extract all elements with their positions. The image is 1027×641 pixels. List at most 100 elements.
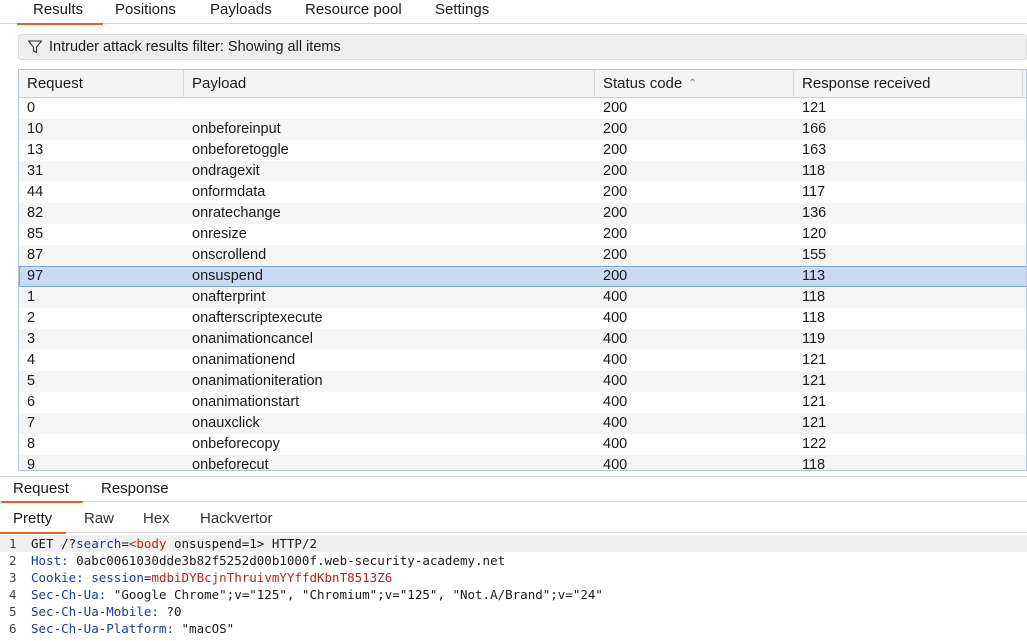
table-row[interactable]: 4 onanimationend 400 121 [19,350,1026,371]
tab-response[interactable]: Response [101,477,169,502]
table-row[interactable]: 97 onsuspend 200 113 [19,266,1026,287]
cell-request: 4 [27,352,36,368]
table-row[interactable]: 82 onratechange 200 136 [19,203,1026,224]
cell-status-code: 200 [603,247,628,263]
cell-payload: onanimationstart [192,394,300,410]
cell-payload: onbeforetoggle [192,142,289,158]
sort-ascending-icon: ⌃ [688,78,697,89]
code-token: Cookie: [31,570,84,585]
cell-payload: onanimationiteration [192,373,323,389]
column-header-response-received[interactable]: Response received [794,70,1023,98]
table-row[interactable]: 44 onformdata 200 117 [19,182,1026,203]
code-token: Sec-Ch-Ua: [31,587,107,602]
cell-status-code: 200 [603,226,628,242]
tab-pretty[interactable]: Pretty [0,507,67,534]
cell-status-code: 400 [603,352,628,368]
table-header: Request Payload Status code ⌃ Response re… [19,70,1026,98]
code-token: session [91,570,144,585]
code-token: Host: [31,553,69,568]
code-token: Sec-Ch-Ua-Mobile: [31,604,159,619]
tab-payloads[interactable]: Payloads [210,0,272,24]
table-row[interactable]: 13 onbeforetoggle 200 163 [19,140,1026,161]
cell-request: 87 [27,247,44,263]
cell-response-received: 121 [802,100,827,116]
cell-status-code: 400 [603,310,628,326]
cell-request: 6 [27,394,36,410]
column-header-payload[interactable]: Payload [184,70,595,98]
cell-request: 5 [27,373,36,389]
tab-results[interactable]: Results [16,0,104,25]
tab-raw[interactable]: Raw [84,507,114,533]
cell-response-received: 163 [802,142,827,158]
cell-request: 2 [27,310,36,326]
cell-response-received: 121 [802,352,827,368]
results-filter-bar[interactable]: Intruder attack results filter: Showing … [18,34,1027,60]
code-line: 1 GET /?search=<body onsuspend=1> HTTP/2 [0,535,1027,552]
cell-response-received: 118 [802,457,826,471]
table-row[interactable]: 6 onanimationstart 400 121 [19,392,1026,413]
table-row[interactable]: 7 onauxclick 400 121 [19,413,1026,434]
table-row[interactable]: 1 onafterprint 400 118 [19,287,1026,308]
column-label: Status code [603,75,683,92]
cell-response-received: 155 [802,247,827,263]
table-row[interactable]: 10 onbeforeinput 200 166 [19,119,1026,140]
filter-text: Intruder attack results filter: Showing … [49,39,341,55]
cell-request: 31 [27,163,44,179]
table-row[interactable]: 85 onresize 200 120 [19,224,1026,245]
tab-positions[interactable]: Positions [115,0,176,24]
cell-status-code: 200 [603,100,628,116]
cell-request: 9 [27,457,36,471]
cell-payload [184,98,595,119]
table-row[interactable]: 8 onbeforecopy 400 122 [19,434,1026,455]
cell-status-code: 400 [603,331,628,347]
table-row[interactable]: 5 onanimationiteration 400 121 [19,371,1026,392]
table-row[interactable]: 87 onscrollend 200 155 [19,245,1026,266]
tab-hex[interactable]: Hex [143,507,170,533]
top-tab-bar: Results Positions Payloads Resource pool… [0,0,1027,25]
tab-resource-pool[interactable]: Resource pool [305,0,402,24]
code-token: "macOS" [174,621,235,636]
code-token: mdbiDYBcjnThruivmYYffdKbnT8513Z6 [151,570,393,585]
code-token: search [76,536,122,551]
table-row[interactable]: 0 200 121 [19,98,1026,119]
cell-payload: onbeforeinput [192,121,281,137]
code-token: onsuspend=1> HTTP/2 [166,536,317,551]
cell-payload: onsuspend [192,268,263,284]
message-tab-bar: Request Response [0,476,1027,503]
table-row[interactable]: 9 onbeforecut 400 118 [19,455,1026,471]
cell-response-received: 117 [802,184,826,200]
column-header-status-code[interactable]: Status code ⌃ [595,70,794,98]
column-label: Response received [802,75,931,92]
code-text: Host: 0abc0061030dde3b82f5252d00b1000f.w… [31,552,505,569]
cell-payload: onscrollend [192,247,267,263]
line-number: 6 [9,621,17,636]
cell-payload: onauxclick [192,415,260,431]
cell-response-received: 118 [802,163,826,179]
table-row[interactable]: 2 onafterscriptexecute 400 118 [19,308,1026,329]
column-label: Request [27,75,83,92]
table-row[interactable]: 31 ondragexit 200 118 [19,161,1026,182]
tab-settings[interactable]: Settings [435,0,489,24]
column-header-request[interactable]: Request [19,70,184,98]
tab-request[interactable]: Request [1,477,83,503]
tab-hackvertor[interactable]: Hackvertor [200,507,273,533]
cell-request: 82 [27,205,44,221]
results-table: Request Payload Status code ⌃ Response re… [18,69,1027,471]
cell-payload: onanimationend [192,352,296,368]
cell-status-code: 400 [603,436,628,452]
cell-response-received: 118 [802,310,826,326]
cell-payload: onformdata [192,184,266,200]
cell-status-code: 400 [603,457,628,471]
cell-payload: onresize [192,226,247,242]
cell-payload: onbeforecut [192,457,269,471]
cell-payload: onafterprint [192,289,266,305]
code-line: 6 Sec-Ch-Ua-Platform: "macOS" [0,620,1027,637]
cell-request: 8 [27,436,36,452]
table-row[interactable]: 3 onanimationcancel 400 119 [19,329,1026,350]
request-editor[interactable]: 1 GET /?search=<body onsuspend=1> HTTP/2 2… [0,535,1027,641]
code-line: 4 Sec-Ch-Ua: "Google Chrome";v="125", "Ch… [0,586,1027,603]
cell-status-code: 200 [603,184,628,200]
cell-request: 1 [27,289,36,305]
cell-payload: onafterscriptexecute [192,310,323,326]
cell-response-received: 119 [802,331,826,347]
